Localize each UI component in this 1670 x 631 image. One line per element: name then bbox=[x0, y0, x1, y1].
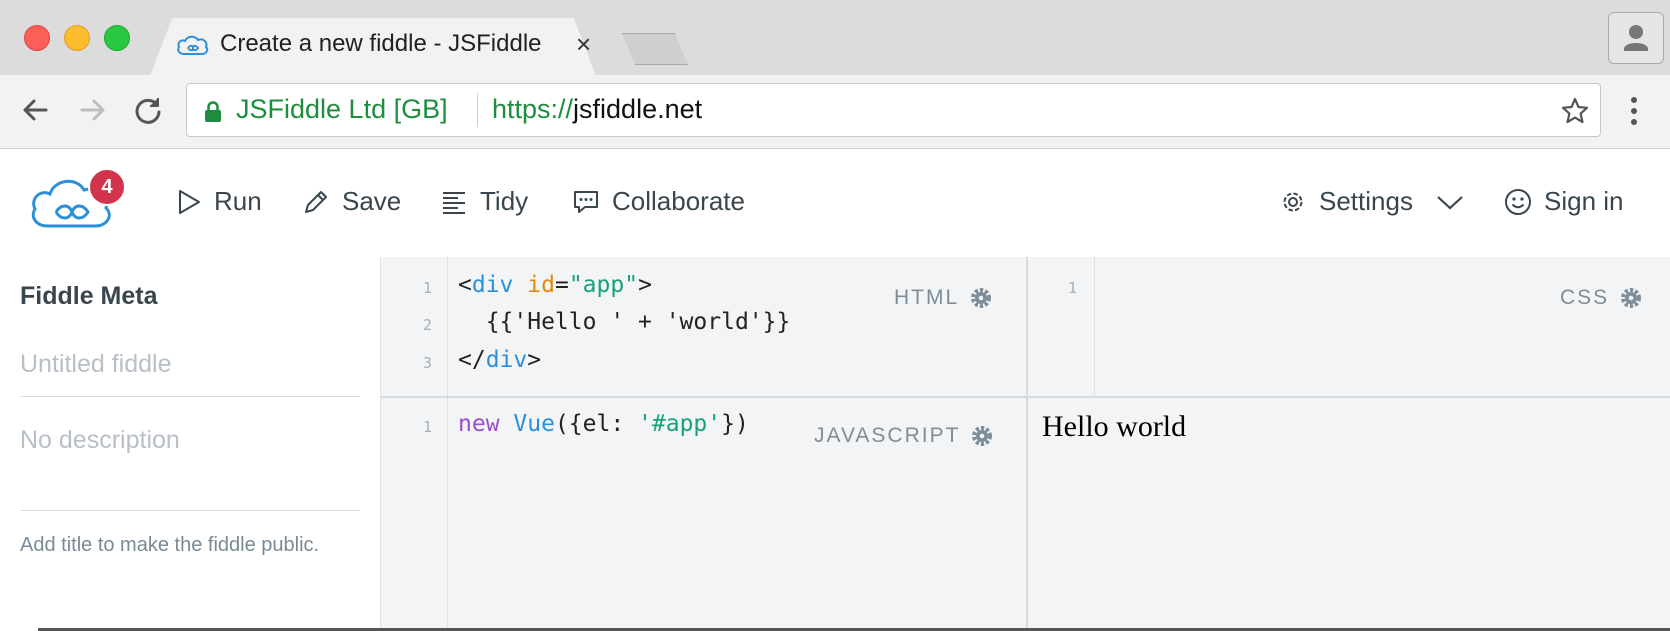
collaborate-label: Collaborate bbox=[612, 186, 745, 216]
close-window-button[interactable] bbox=[24, 25, 50, 51]
sign-in-button[interactable]: Sign in bbox=[1504, 186, 1624, 217]
html-label: HTML bbox=[894, 286, 960, 309]
tab-close-icon[interactable]: × bbox=[576, 29, 591, 60]
html-panel-label[interactable]: HTML bbox=[894, 286, 993, 310]
gear-icon[interactable] bbox=[1619, 286, 1643, 310]
gear-icon[interactable] bbox=[970, 424, 994, 448]
code-token: < bbox=[458, 272, 472, 298]
url-scheme: https:// bbox=[492, 94, 574, 124]
code-token: '#app' bbox=[638, 411, 722, 437]
gear-icon bbox=[1283, 192, 1303, 211]
tidy-button[interactable]: Tidy bbox=[440, 186, 528, 217]
css-gutter bbox=[1028, 257, 1095, 396]
horizontal-splitter[interactable] bbox=[381, 396, 1670, 398]
notification-badge[interactable]: 4 bbox=[88, 168, 126, 206]
code-token: new bbox=[458, 411, 500, 437]
settings-label: Settings bbox=[1319, 186, 1413, 216]
person-icon bbox=[1624, 25, 1648, 51]
smiley-icon bbox=[1505, 188, 1531, 215]
result-output-text: Hello world bbox=[1042, 410, 1187, 443]
html-code-line: <div id="app"> bbox=[458, 272, 652, 298]
bookmark-star-icon[interactable] bbox=[1560, 96, 1590, 126]
code-token: > bbox=[638, 272, 652, 298]
gear-icon[interactable] bbox=[969, 286, 993, 310]
line-number: 3 bbox=[422, 354, 432, 372]
run-button[interactable]: Run bbox=[176, 186, 262, 217]
minimize-window-button[interactable] bbox=[64, 25, 90, 51]
css-editor[interactable] bbox=[1028, 257, 1670, 396]
css-label: CSS bbox=[1560, 286, 1610, 309]
divider bbox=[20, 510, 360, 511]
javascript-panel-label[interactable]: JAVASCRIPT bbox=[814, 424, 994, 448]
reload-icon[interactable] bbox=[128, 90, 168, 130]
line-number: 1 bbox=[422, 418, 432, 436]
html-code-line: {{'Hello ' + 'world'}} bbox=[458, 309, 791, 335]
maximize-window-button[interactable] bbox=[104, 25, 130, 51]
code-token: div bbox=[471, 272, 514, 298]
sign-in-label: Sign in bbox=[1544, 186, 1624, 216]
sidebar-title: Fiddle Meta bbox=[20, 282, 158, 310]
ev-certificate-label[interactable]: JSFiddle Ltd [GB] bbox=[236, 94, 448, 125]
code-token: div bbox=[485, 347, 528, 373]
code-token: "app" bbox=[568, 272, 639, 298]
profile-button[interactable] bbox=[1608, 12, 1664, 64]
url-text[interactable]: https://jsfiddle.net bbox=[492, 94, 702, 125]
code-token: Vue bbox=[513, 411, 555, 437]
code-token: </ bbox=[458, 347, 486, 373]
save-label: Save bbox=[342, 186, 402, 216]
run-label: Run bbox=[214, 186, 262, 216]
code-token: > bbox=[527, 347, 542, 373]
vertical-splitter[interactable] bbox=[1026, 257, 1028, 631]
code-token: }) bbox=[721, 411, 749, 437]
html-code-line: </div> bbox=[458, 347, 541, 373]
code-token: id bbox=[527, 272, 555, 298]
back-arrow-icon[interactable] bbox=[16, 90, 56, 130]
css-panel-label[interactable]: CSS bbox=[1560, 286, 1643, 310]
tab-title: Create a new fiddle - JSFiddle bbox=[220, 30, 542, 57]
browser-menu-icon[interactable] bbox=[1628, 94, 1640, 128]
line-number: 1 bbox=[422, 279, 432, 297]
line-number: 2 bbox=[422, 316, 432, 334]
url-host: jsfiddle.net bbox=[573, 94, 703, 124]
lock-icon bbox=[205, 101, 221, 122]
javascript-code-line: new Vue({el: '#app'}) bbox=[458, 411, 749, 437]
fiddle-title-input[interactable]: Untitled fiddle bbox=[20, 350, 171, 379]
settings-dropdown[interactable]: Settings bbox=[1279, 186, 1467, 217]
pencil-icon bbox=[305, 190, 327, 213]
chat-bubble-icon bbox=[574, 190, 598, 213]
play-icon bbox=[179, 189, 200, 214]
forward-arrow-icon[interactable] bbox=[72, 90, 112, 130]
javascript-label: JAVASCRIPT bbox=[814, 424, 961, 447]
public-hint-text: Add title to make the fiddle public. bbox=[20, 534, 320, 556]
omnibox-divider bbox=[477, 93, 478, 127]
save-button[interactable]: Save bbox=[302, 186, 401, 217]
chevron-down-icon bbox=[1437, 195, 1463, 209]
code-token: ({el: bbox=[554, 411, 639, 437]
tidy-label: Tidy bbox=[480, 186, 529, 216]
collaborate-button[interactable]: Collaborate bbox=[572, 186, 745, 217]
divider bbox=[20, 396, 360, 397]
jsfiddle-favicon-icon bbox=[177, 35, 209, 55]
align-left-icon bbox=[443, 191, 465, 214]
code-token: = bbox=[554, 272, 569, 298]
fiddle-description-input[interactable]: No description bbox=[20, 426, 180, 455]
